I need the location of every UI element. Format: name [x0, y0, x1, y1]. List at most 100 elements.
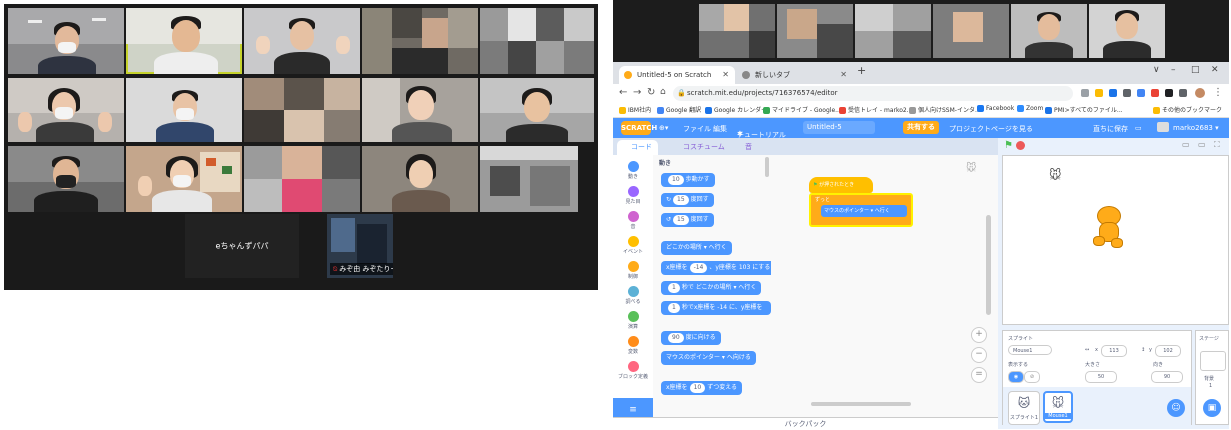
browser-tab-scratch[interactable]: Untitled-5 on Scratch ✕ [619, 66, 735, 84]
script-stack[interactable]: ⚑ が押されたとき ずっと マウスのポインター ▾ へ行く [809, 177, 913, 227]
menu-kebab-icon[interactable]: ⋮ [1213, 87, 1223, 98]
tab-sounds[interactable]: 音 [731, 140, 758, 155]
share-button[interactable]: 共有する [903, 121, 939, 134]
maximize-button[interactable]: □ [1191, 65, 1200, 75]
participant-tile[interactable] [244, 8, 360, 74]
participant-tile[interactable] [480, 8, 594, 74]
participant-tile[interactable] [362, 146, 478, 212]
participant-thumb[interactable] [1089, 4, 1165, 58]
size-field[interactable]: 50 [1085, 371, 1117, 383]
language-globe-icon[interactable]: ⊕▾ [659, 124, 668, 132]
stop-sign-icon[interactable] [1016, 141, 1025, 150]
bookmark-item[interactable]: Facebook [977, 105, 1014, 112]
show-eye-icon[interactable]: ◉ [1008, 371, 1024, 383]
script-vertical-scrollbar[interactable] [986, 215, 991, 315]
goto-mouse-block[interactable]: マウスのポインター ▾ へ行く [821, 205, 907, 217]
user-avatar[interactable] [1157, 122, 1169, 132]
category-events[interactable]: イベント [613, 236, 653, 255]
other-bookmarks[interactable]: その他のブックマーク [1153, 105, 1222, 114]
palette-scrollbar[interactable] [765, 157, 769, 177]
participant-thumb[interactable] [777, 4, 853, 58]
share-icon[interactable] [1081, 89, 1089, 97]
large-stage-icon[interactable]: ▭ [1198, 140, 1206, 149]
block-turn-right[interactable]: ↻ 15 度回す [661, 193, 714, 207]
home-icon[interactable]: ⌂ [660, 87, 666, 97]
bookmark-item[interactable]: Zoom [1017, 105, 1043, 112]
zoom-in-button[interactable]: + [971, 327, 987, 343]
participant-tile[interactable] [480, 78, 594, 142]
participant-tile[interactable] [126, 78, 242, 142]
menu-edit[interactable]: 編集 [713, 124, 727, 134]
extension-icon[interactable] [1123, 89, 1131, 97]
category-looks[interactable]: 見た目 [613, 186, 653, 205]
sprite-thumb-mouse[interactable]: 🐭 Mouse1 [1043, 391, 1073, 423]
participant-thumb[interactable] [855, 4, 931, 58]
bookmark-item[interactable]: 個人向けSSM-インタ... [909, 105, 981, 114]
url-field[interactable]: 🔒 scratch.mit.edu/projects/716376574/edit… [673, 86, 1073, 101]
save-now-link[interactable]: 直ちに保存 [1093, 124, 1128, 134]
new-tab-button[interactable]: + [857, 64, 866, 77]
extension-icon[interactable] [1109, 89, 1117, 97]
participant-tile[interactable] [362, 78, 478, 142]
my-stuff-folder-icon[interactable]: ▭ [1135, 124, 1142, 132]
block-glide-to[interactable]: 1 秒で どこかの場所 ▾ へ行く [661, 281, 762, 295]
category-my-blocks[interactable]: ブロック定義 [613, 361, 653, 380]
block-point-towards[interactable]: マウスのポインター ▾ へ向ける [661, 351, 756, 365]
cat-sprite[interactable] [1089, 206, 1125, 250]
bookmark-star-icon[interactable] [1095, 89, 1103, 97]
small-stage-icon[interactable]: ▭ [1182, 140, 1190, 149]
reload-icon[interactable]: ↻ [647, 87, 655, 98]
participant-tile[interactable] [244, 78, 360, 142]
direction-field[interactable]: 90 [1151, 371, 1183, 383]
participant-tile[interactable] [244, 146, 360, 212]
sidepanel-icon[interactable] [1179, 89, 1187, 97]
tab-code[interactable]: コード [617, 140, 658, 155]
block-move-steps[interactable]: 10 歩動かす [661, 173, 715, 187]
scratch-logo[interactable]: SCRATCH [621, 121, 657, 135]
extension-icon[interactable] [1151, 89, 1159, 97]
participant-tile-active-speaker[interactable] [126, 8, 242, 74]
category-control[interactable]: 制御 [613, 261, 653, 280]
forward-arrow-icon[interactable]: → [633, 87, 641, 98]
zoom-out-button[interactable]: − [971, 347, 987, 363]
bookmark-item[interactable]: Google 翻訳 [657, 105, 701, 114]
block-turn-left[interactable]: ↺ 15 度回す [661, 213, 714, 227]
mouse-sprite[interactable]: 🐭 [1049, 168, 1062, 182]
participant-tile[interactable] [480, 146, 578, 212]
x-field[interactable]: 113 [1101, 345, 1127, 357]
browser-tab-newtab[interactable]: 新しいタブ ✕ [737, 66, 853, 84]
forever-block[interactable]: ずっと マウスのポインター ▾ へ行く [809, 193, 913, 227]
bookmark-item[interactable]: 受信トレイ - marko2... [839, 105, 912, 114]
block-point-direction[interactable]: 90 度に向ける [661, 331, 721, 345]
menu-file[interactable]: ファイル [683, 124, 711, 134]
close-tab-icon[interactable]: ✕ [840, 66, 847, 84]
account-menu[interactable]: marko2683 ▾ [1173, 124, 1219, 132]
fullscreen-icon[interactable]: ⛶ [1214, 140, 1220, 150]
participant-tile[interactable] [126, 146, 242, 212]
green-flag-icon[interactable]: ⚑ [1004, 140, 1013, 151]
choose-backdrop-icon[interactable]: ▣ [1203, 399, 1221, 417]
category-operators[interactable]: 演算 [613, 311, 653, 330]
participant-thumb[interactable] [1011, 4, 1087, 58]
participant-tile[interactable] [8, 146, 124, 212]
bookmark-item[interactable]: IBM社内 [619, 105, 651, 114]
block-goto-random[interactable]: どこかの場所 ▾ へ行く [661, 241, 732, 255]
category-variables[interactable]: 変数 [613, 336, 653, 355]
tab-costumes[interactable]: コスチューム [669, 140, 731, 155]
participant-tile[interactable] [8, 8, 124, 74]
extension-icon[interactable] [1137, 89, 1145, 97]
category-sensing[interactable]: 調べる [613, 286, 653, 305]
participant-tile[interactable] [362, 8, 478, 74]
back-arrow-icon[interactable]: ← [619, 87, 627, 98]
extensions-puzzle-icon[interactable] [1165, 89, 1173, 97]
category-motion[interactable]: 動き [613, 161, 653, 180]
zoom-reset-button[interactable]: = [971, 367, 987, 383]
participant-tile[interactable] [8, 78, 124, 142]
bookmark-item[interactable]: マイドライブ - Google... [763, 105, 841, 114]
project-title-input[interactable]: Untitled-5 [803, 121, 875, 134]
choose-sprite-cat-icon[interactable]: ☺ [1167, 399, 1185, 417]
sprite-name-field[interactable]: Mouse1 [1008, 345, 1052, 355]
backpack-panel[interactable]: バックパック [613, 417, 998, 430]
participant-tile[interactable]: ⍉みぞ由 みぞたりーじー [327, 214, 393, 278]
stage-thumbnail[interactable] [1200, 351, 1226, 371]
